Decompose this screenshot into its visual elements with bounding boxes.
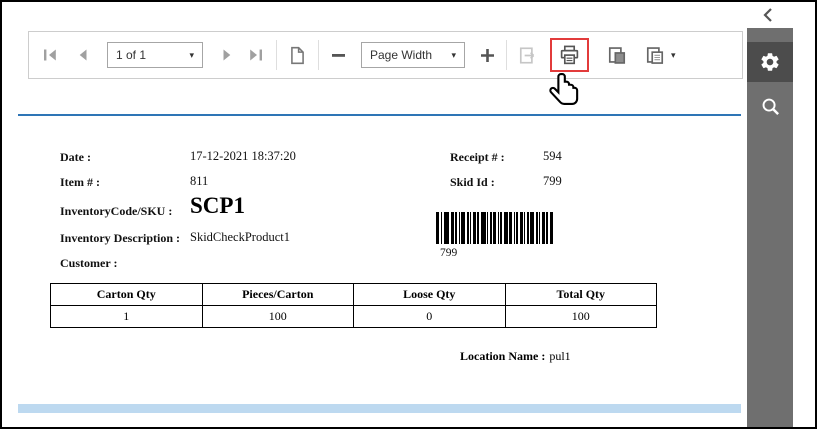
table-header-carton-qty: Carton Qty <box>51 284 203 306</box>
gear-icon <box>759 51 781 73</box>
report-viewer-window: 1 of 1 ▾ Page Width ▾ <box>0 0 817 429</box>
page-icon <box>288 46 307 65</box>
zoom-mode-dropdown[interactable]: Page Width ▾ <box>361 42 465 68</box>
page-number-dropdown[interactable]: 1 of 1 ▾ <box>107 42 203 68</box>
print-button-highlight <box>550 38 589 72</box>
date-label: Date : <box>60 150 91 165</box>
right-sidebar <box>747 28 793 427</box>
zoom-out-button[interactable] <box>328 45 349 66</box>
location-value: pul1 <box>549 349 570 363</box>
export-icon <box>518 46 538 65</box>
settings-button[interactable] <box>747 42 793 82</box>
table-cell-carton-qty: 1 <box>51 306 203 328</box>
plus-icon <box>479 47 496 64</box>
table-cell-pieces-carton: 100 <box>202 306 354 328</box>
receipt-value: 594 <box>543 149 562 164</box>
zoom-in-button[interactable] <box>477 45 498 66</box>
toolbar-separator <box>506 40 507 70</box>
toolbar-separator <box>318 40 319 70</box>
customer-label: Customer : <box>60 256 117 271</box>
zoom-mode-label: Page Width <box>370 48 432 62</box>
export-options-button[interactable]: ▾ <box>643 44 678 67</box>
barcode <box>436 212 648 244</box>
chevron-down-icon: ▾ <box>671 50 676 61</box>
sku-label: InventoryCode/SKU : <box>60 204 172 219</box>
description-label: Inventory Description : <box>60 231 180 246</box>
skid-value: 799 <box>543 174 562 189</box>
copy-pages-icon <box>645 46 665 65</box>
next-page-icon <box>219 47 235 63</box>
viewer-toolbar: 1 of 1 ▾ Page Width ▾ <box>28 31 743 79</box>
printer-icon <box>559 45 580 65</box>
last-page-button[interactable] <box>245 45 267 65</box>
page-indicator-label: 1 of 1 <box>116 48 146 62</box>
previous-page-button[interactable] <box>73 45 93 65</box>
table-row: 1 100 0 100 <box>51 306 657 328</box>
date-value: 17-12-2021 18:37:20 <box>190 149 296 164</box>
search-button[interactable] <box>747 86 793 126</box>
report-footer-bar <box>18 404 741 413</box>
export-button <box>516 44 540 67</box>
hand-cursor-icon <box>544 72 586 114</box>
print-button[interactable] <box>557 43 582 67</box>
item-label: Item # : <box>60 175 100 190</box>
chevron-left-icon <box>760 6 778 24</box>
minus-icon <box>330 47 347 64</box>
location-name: Location Name : pul1 <box>460 349 571 364</box>
single-page-view-button[interactable] <box>286 44 309 67</box>
first-page-button[interactable] <box>39 45 61 65</box>
table-header-row: Carton Qty Pieces/Carton Loose Qty Total… <box>51 284 657 306</box>
first-page-icon <box>41 47 59 63</box>
quantity-table: Carton Qty Pieces/Carton Loose Qty Total… <box>50 283 657 328</box>
item-value: 811 <box>190 174 208 189</box>
table-header-total-qty: Total Qty <box>505 284 657 306</box>
collapse-panel-button[interactable] <box>760 6 778 27</box>
sku-value: SCP1 <box>190 193 245 219</box>
description-value: SkidCheckProduct1 <box>190 230 290 245</box>
next-page-button[interactable] <box>217 45 237 65</box>
last-page-icon <box>247 47 265 63</box>
table-header-pieces-carton: Pieces/Carton <box>202 284 354 306</box>
chevron-down-icon: ▾ <box>189 50 194 61</box>
table-header-loose-qty: Loose Qty <box>354 284 506 306</box>
magnifier-icon <box>760 96 781 117</box>
print-pages-icon <box>607 46 627 65</box>
barcode-value: 799 <box>440 247 457 259</box>
previous-page-icon <box>75 47 91 63</box>
location-label: Location Name : <box>460 349 545 363</box>
report-top-rule <box>18 114 741 116</box>
toolbar-separator <box>276 40 277 70</box>
receipt-label: Receipt # : <box>450 150 505 165</box>
print-current-page-button[interactable] <box>605 44 629 67</box>
chevron-down-icon: ▾ <box>451 50 456 61</box>
table-cell-total-qty: 100 <box>505 306 657 328</box>
skid-label: Skid Id : <box>450 175 495 190</box>
table-cell-loose-qty: 0 <box>354 306 506 328</box>
